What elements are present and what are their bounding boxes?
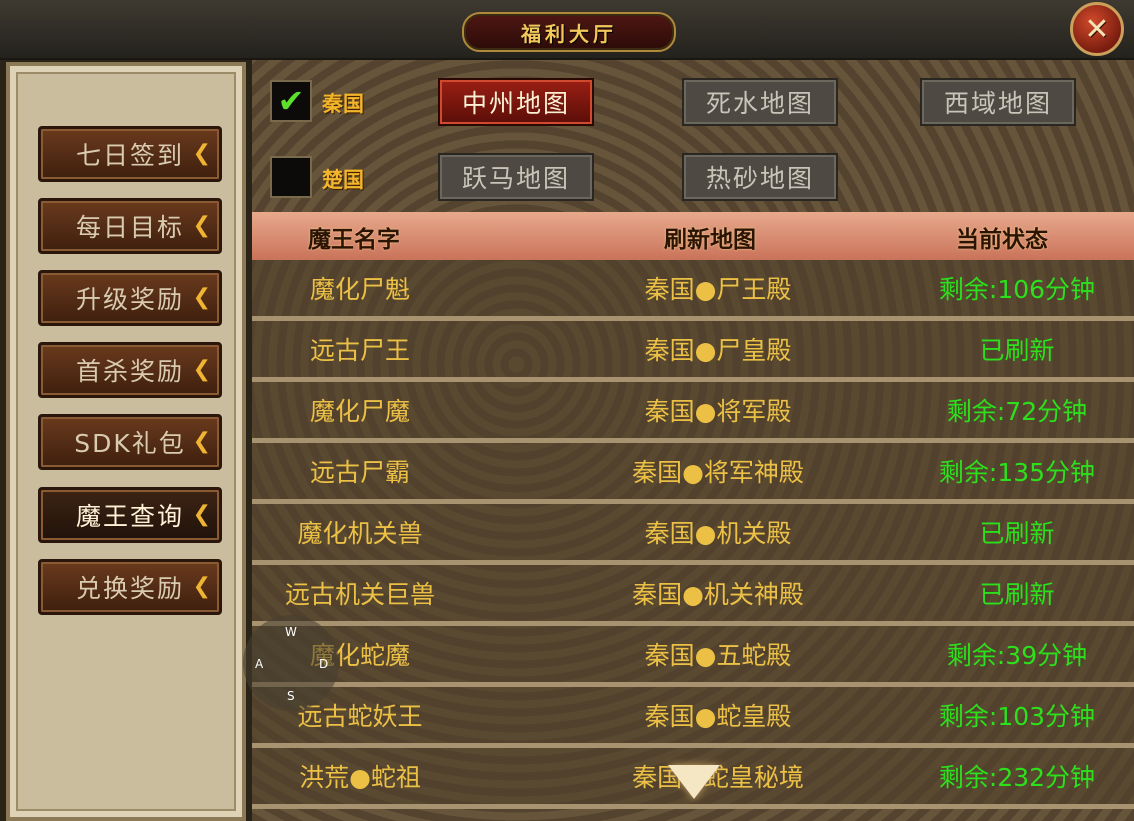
boss-name: 洪荒●蛇祖 xyxy=(299,763,421,792)
sidebar-item-boss-query[interactable]: 魔王查询 ❮ xyxy=(38,487,222,543)
boss-map: 秦国●将军殿 xyxy=(644,397,792,426)
joystick-right-key: D xyxy=(319,657,329,671)
table-row: 远古尸霸 秦国●将军神殿 剩余:135分钟 xyxy=(252,443,1134,504)
chu-checkbox[interactable] xyxy=(270,156,312,198)
map-button-resha[interactable]: 热砂地图 xyxy=(682,153,838,201)
sidebar-item-label: 魔王查询 xyxy=(75,502,184,531)
boss-map: 秦国●将军神殿 xyxy=(632,458,804,487)
close-icon: ✕ xyxy=(1084,11,1110,47)
close-button[interactable]: ✕ xyxy=(1070,2,1124,56)
boss-name: 魔化尸魔 xyxy=(309,397,410,426)
boss-name: 远古尸霸 xyxy=(309,458,410,487)
chu-label: 楚国 xyxy=(322,167,364,192)
chevron-left-icon: ❮ xyxy=(192,213,213,238)
sidebar-item-level-reward[interactable]: 升级奖励 ❮ xyxy=(38,270,222,326)
map-button-zhongzhou[interactable]: 中州地图 xyxy=(438,78,594,126)
column-header-refresh-map: 刷新地图 xyxy=(664,226,756,253)
boss-name: 远古机关巨兽 xyxy=(284,580,435,609)
boss-status: 已刷新 xyxy=(979,580,1055,609)
boss-status: 剩余:106分钟 xyxy=(938,275,1096,304)
boss-name: 魔化尸魁 xyxy=(309,275,410,304)
scroll-down-arrow-icon[interactable] xyxy=(668,765,720,799)
sidebar-item-label: 兑换奖励 xyxy=(75,574,184,603)
sidebar: 七日签到 ❮ 每日目标 ❮ 升级奖励 ❮ 首杀奖励 ❮ SDK礼包 ❮ 魔王查询… xyxy=(6,62,246,821)
sidebar-item-label: 首杀奖励 xyxy=(75,357,184,386)
joystick-down-key: S xyxy=(287,689,295,703)
boss-name: 魔化机关兽 xyxy=(297,519,423,548)
boss-map: 秦国●五蛇殿 xyxy=(644,641,792,670)
virtual-joystick[interactable]: W A D S xyxy=(243,615,339,711)
chevron-left-icon: ❮ xyxy=(192,429,213,454)
boss-map: 秦国●机关殿 xyxy=(644,519,792,548)
boss-query-panel: ✔ 秦国 中州地图 死水地图 西域地图 楚国 跃马地图 热砂地图 魔王名字 刷新… xyxy=(252,60,1134,821)
boss-status: 剩余:39分钟 xyxy=(946,641,1088,670)
sidebar-item-exchange-reward[interactable]: 兑换奖励 ❮ xyxy=(38,559,222,615)
boss-status: 已刷新 xyxy=(979,336,1055,365)
column-header-boss-name: 魔王名字 xyxy=(308,226,400,253)
window-title: 福利大厅 xyxy=(462,12,676,52)
title-bar: 福利大厅 ✕ xyxy=(0,0,1134,60)
map-button-xiyu[interactable]: 西域地图 xyxy=(920,78,1076,126)
chevron-left-icon: ❮ xyxy=(192,574,213,599)
table-row: 魔化机关兽 秦国●机关殿 已刷新 xyxy=(252,504,1134,565)
table-row: 魔化尸魔 秦国●将军殿 剩余:72分钟 xyxy=(252,382,1134,443)
qin-checkbox[interactable]: ✔ xyxy=(270,80,312,122)
map-button-sishui[interactable]: 死水地图 xyxy=(682,78,838,126)
boss-status: 剩余:135分钟 xyxy=(938,458,1096,487)
table-row: 远古机关巨兽 秦国●机关神殿 已刷新 xyxy=(252,565,1134,626)
sidebar-item-label: 升级奖励 xyxy=(75,285,184,314)
qin-label: 秦国 xyxy=(322,91,364,116)
boss-map: 秦国●尸皇殿 xyxy=(644,336,792,365)
sidebar-item-label: 七日签到 xyxy=(75,141,184,170)
boss-map: 秦国●尸王殿 xyxy=(644,275,792,304)
sidebar-item-daily-goal[interactable]: 每日目标 ❮ xyxy=(38,198,222,254)
boss-status: 剩余:232分钟 xyxy=(938,763,1096,792)
table-row: 远古蛇妖王 秦国●蛇皇殿 剩余:103分钟 xyxy=(252,687,1134,748)
boss-name: 远古尸王 xyxy=(309,336,410,365)
sidebar-item-label: SDK礼包 xyxy=(74,429,186,458)
chevron-left-icon: ❮ xyxy=(192,285,213,310)
boss-map: 秦国●蛇皇殿 xyxy=(644,702,792,731)
sidebar-item-first-kill-reward[interactable]: 首杀奖励 ❮ xyxy=(38,342,222,398)
checkmark-icon: ✔ xyxy=(277,82,305,120)
table-header: 魔王名字 刷新地图 当前状态 xyxy=(252,212,1134,260)
boss-status: 已刷新 xyxy=(979,519,1055,548)
sidebar-item-label: 每日目标 xyxy=(75,213,184,242)
table-row: 魔化尸魁 秦国●尸王殿 剩余:106分钟 xyxy=(252,260,1134,321)
column-header-status: 当前状态 xyxy=(956,226,1048,253)
chevron-left-icon: ❮ xyxy=(192,357,213,382)
table-row: 远古尸王 秦国●尸皇殿 已刷新 xyxy=(252,321,1134,382)
chevron-left-icon: ❮ xyxy=(192,141,213,166)
boss-status: 剩余:72分钟 xyxy=(946,397,1088,426)
sidebar-item-sdk-gift[interactable]: SDK礼包 ❮ xyxy=(38,414,222,470)
joystick-left-key: A xyxy=(255,657,264,671)
chevron-left-icon: ❮ xyxy=(192,502,213,527)
boss-status: 剩余:103分钟 xyxy=(938,702,1096,731)
sidebar-item-seven-day-signin[interactable]: 七日签到 ❮ xyxy=(38,126,222,182)
boss-map: 秦国●机关神殿 xyxy=(632,580,804,609)
table-row: 魔化蛇魔 秦国●五蛇殿 剩余:39分钟 xyxy=(252,626,1134,687)
joystick-up-key: W xyxy=(285,625,297,639)
map-button-yuema[interactable]: 跃马地图 xyxy=(438,153,594,201)
